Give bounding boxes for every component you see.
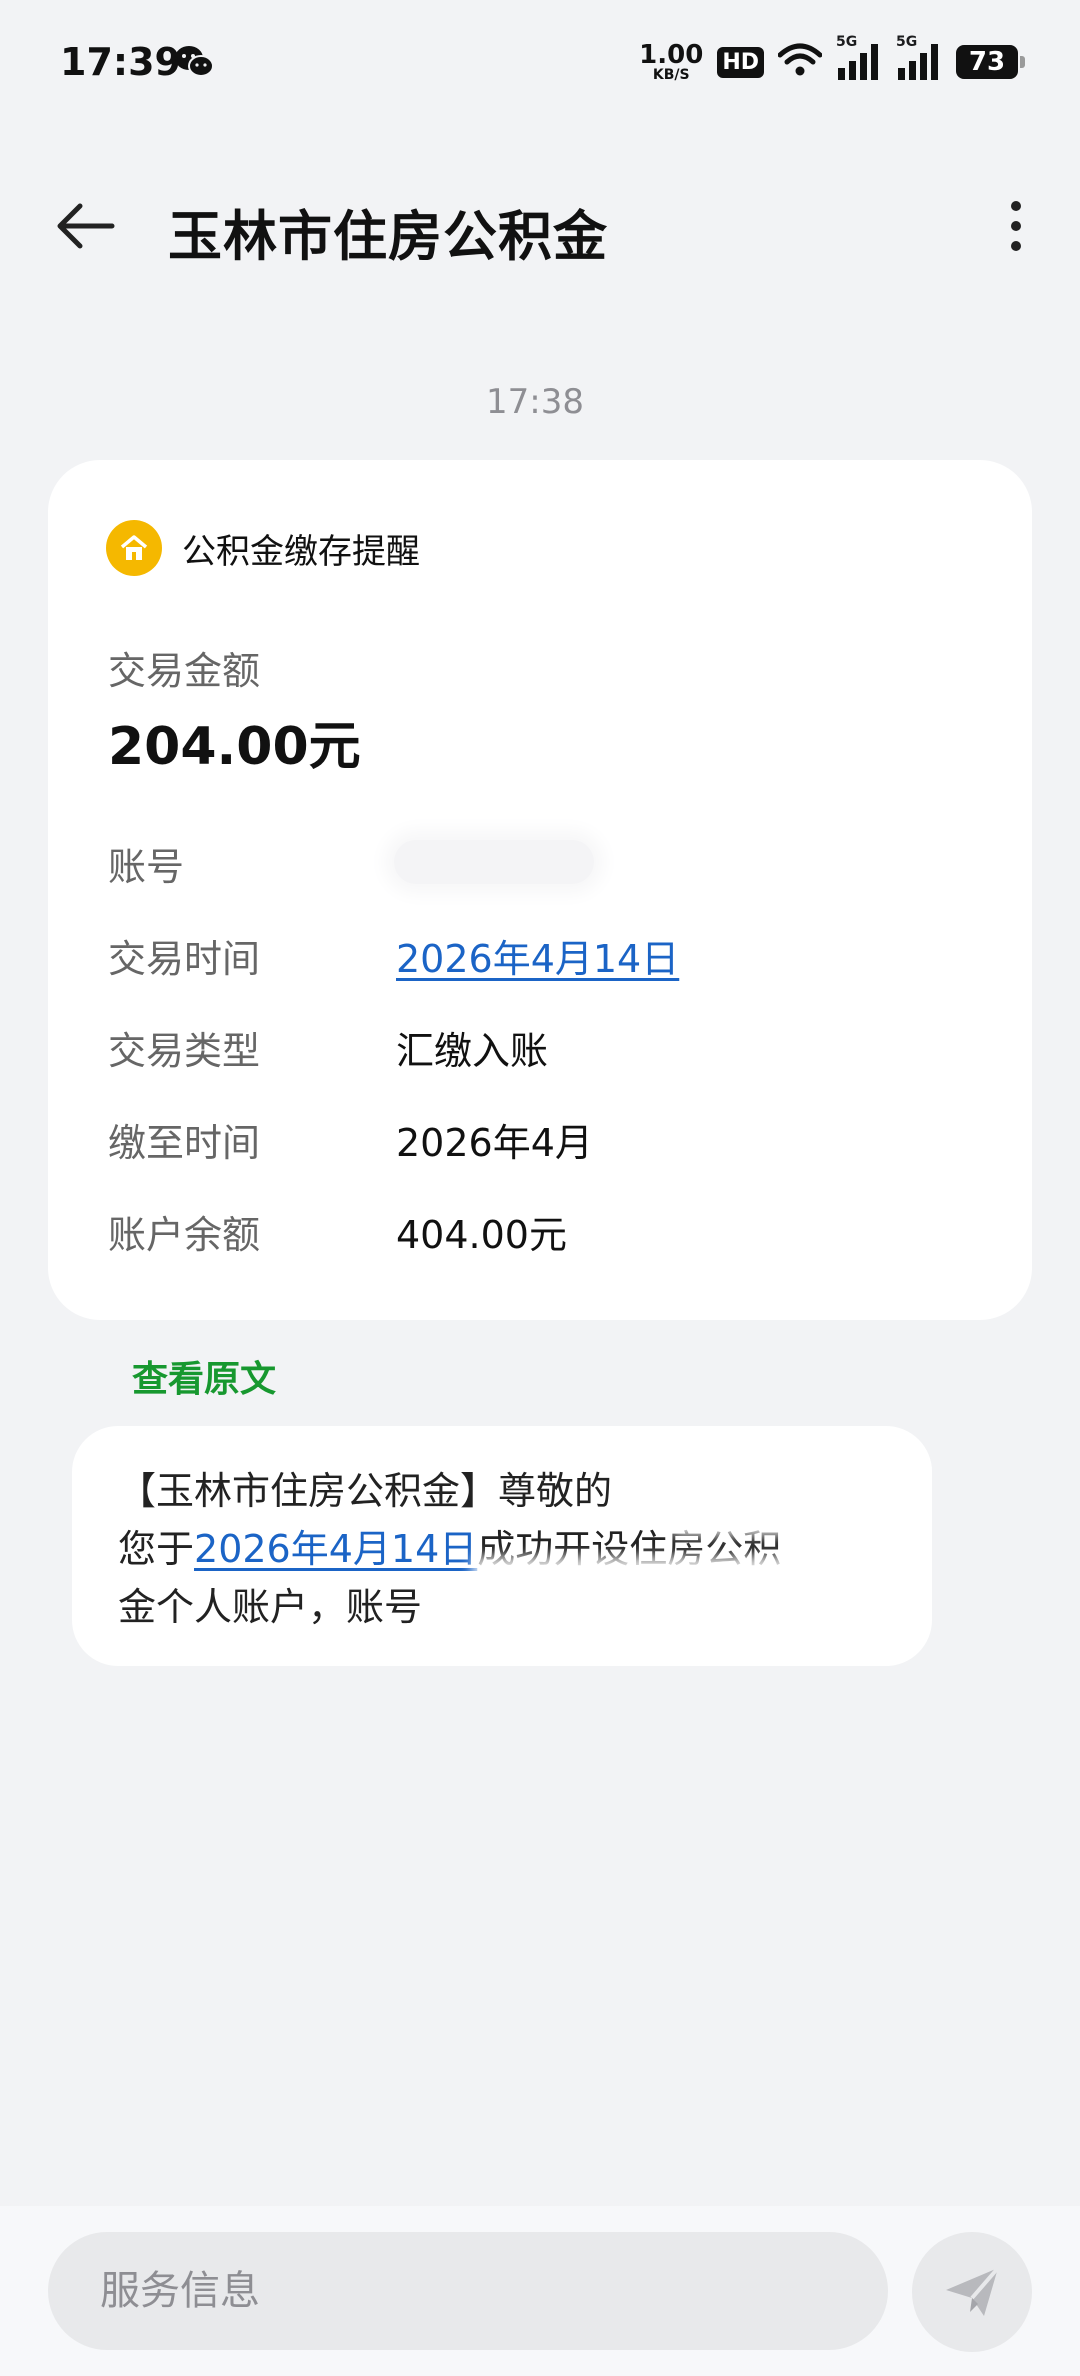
wifi-icon xyxy=(777,43,823,81)
field-row-balance: 账户余额 404.00元 xyxy=(108,1204,988,1264)
battery-icon: 73 xyxy=(956,45,1025,79)
redacted-account-number xyxy=(394,840,594,884)
card-title: 公积金缴存提醒 xyxy=(182,531,420,572)
status-indicators: 1.00 KB/S HD 5G 5G 73 xyxy=(639,34,1025,84)
date-link[interactable]: 2026年4月14日 xyxy=(396,928,679,983)
net-speed-value: 1.00 xyxy=(639,40,704,70)
field-value: 2026年4月 xyxy=(396,1121,593,1165)
send-icon xyxy=(946,2266,1000,2316)
field-label: 账户余额 xyxy=(108,1213,261,1257)
network-type-1: 5G xyxy=(836,34,858,50)
signal-icon: 5G xyxy=(836,34,882,80)
redacted-text-2 xyxy=(472,1556,892,1666)
notification-card[interactable]: 公积金缴存提醒 交易金额 204.00元 账号 交易时间 2026年4月14日 … xyxy=(48,460,1032,1320)
amount-label: 交易金额 xyxy=(108,649,261,693)
raw-sms-bubble[interactable]: 【玉林市住房公积金】尊敬的 您于2026年4月14日成功开设住房公积 金个人账户… xyxy=(72,1426,932,1666)
status-time: 17:39 xyxy=(60,40,181,84)
sms-date-link[interactable]: 2026年4月14日 xyxy=(194,1527,477,1571)
field-row-transaction-type: 交易类型 汇缴入账 xyxy=(108,1020,988,1080)
sms-line-2-prefix: 您于 xyxy=(118,1527,195,1571)
net-speed: 1.00 KB/S xyxy=(639,42,703,82)
bottom-bar xyxy=(0,2206,1080,2376)
house-icon xyxy=(106,520,162,576)
amount-value: 204.00元 xyxy=(108,717,361,777)
signal-icon-2: 5G xyxy=(896,34,942,80)
page-title: 玉林市住房公积金 xyxy=(168,205,608,268)
wechat-icon xyxy=(174,44,214,80)
conversation-header: 玉林市住房公积金 xyxy=(0,170,1080,280)
card-header: 公积金缴存提醒 xyxy=(106,520,420,576)
field-row-paid-until: 缴至时间 2026年4月 xyxy=(108,1112,988,1172)
field-label: 交易类型 xyxy=(108,1029,261,1073)
message-timestamp: 17:38 xyxy=(486,382,584,422)
battery-level: 73 xyxy=(968,47,1006,77)
redacted-text-1 xyxy=(672,1436,932,1536)
field-value: 404.00元 xyxy=(396,1213,567,1257)
field-label: 缴至时间 xyxy=(108,1121,261,1165)
back-button[interactable] xyxy=(50,196,120,256)
field-label: 交易时间 xyxy=(108,937,261,981)
field-label: 账号 xyxy=(108,845,185,889)
network-type-2: 5G xyxy=(896,34,918,50)
field-value: 汇缴入账 xyxy=(396,1029,549,1073)
more-options-button[interactable] xyxy=(996,196,1036,256)
send-button[interactable] xyxy=(912,2232,1032,2352)
net-speed-unit: KB/S xyxy=(652,67,690,83)
field-row-account: 账号 xyxy=(108,836,988,896)
service-info-input[interactable] xyxy=(48,2232,888,2350)
status-bar: 17:39 1.00 KB/S HD 5G 5G 73 xyxy=(0,0,1080,120)
hd-badge: HD xyxy=(717,46,764,78)
field-row-transaction-time: 交易时间 2026年4月14日 xyxy=(108,928,988,988)
view-original-link[interactable]: 查看原文 xyxy=(132,1350,276,1402)
